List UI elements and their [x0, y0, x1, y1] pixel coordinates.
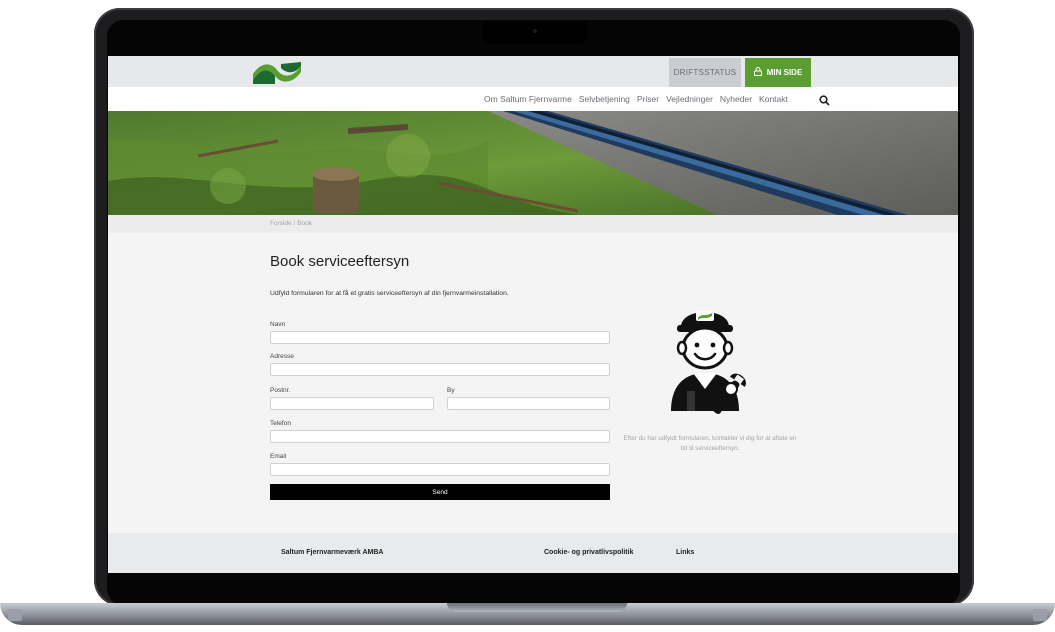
breadcrumb-home-link[interactable]: Forside	[270, 220, 292, 227]
main-navigation: Om Saltum Fjernvarme Selvbetjening Prise…	[108, 87, 958, 111]
nav-item-nyheder[interactable]: Nyheder	[720, 94, 752, 104]
saltum-logo-icon[interactable]	[251, 60, 303, 85]
nav-item-om-saltum[interactable]: Om Saltum Fjernvarme	[484, 94, 572, 104]
aside-info-text: Efter du har udfyldt formularen, kontakt…	[623, 435, 797, 452]
hero-image	[108, 111, 958, 215]
name-field[interactable]	[270, 331, 610, 344]
zip-field[interactable]	[270, 397, 434, 410]
send-button[interactable]: Send	[270, 484, 610, 500]
camera-icon	[533, 29, 537, 33]
send-button-label: Send	[432, 488, 448, 496]
phone-label: Telefon	[270, 420, 291, 427]
address-label: Adresse	[270, 353, 294, 360]
footer-company: Saltum Fjernvarmeværk AMBA	[281, 549, 384, 556]
breadcrumb-current: Book	[297, 220, 312, 227]
city-label: By	[447, 387, 455, 394]
footer: Saltum Fjernvarmeværk AMBA Cookie- og pr…	[108, 533, 958, 573]
laptop-foot-right	[1033, 609, 1047, 621]
search-icon[interactable]	[819, 93, 830, 106]
address-field[interactable]	[270, 363, 610, 376]
nav-item-kontakt[interactable]: Kontakt	[759, 94, 788, 104]
top-bar: DRIFTSSTATUS MIN SIDE	[108, 56, 958, 87]
driftsstatus-button[interactable]: DRIFTSSTATUS	[669, 58, 741, 87]
min-side-label: MIN SIDE	[766, 68, 803, 77]
phone-field[interactable]	[270, 430, 610, 443]
breadcrumb-separator: /	[293, 220, 296, 227]
city-field[interactable]	[447, 397, 610, 410]
email-field[interactable]	[270, 463, 610, 476]
nav-item-selvbetjening[interactable]: Selvbetjening	[579, 94, 630, 104]
footer-links-heading: Links	[676, 549, 695, 556]
page-title: Book serviceeftersyn	[270, 253, 410, 270]
camera-notch	[483, 22, 587, 44]
driftsstatus-label: DRIFTSSTATUS	[673, 68, 737, 77]
service-technician-icon	[657, 293, 753, 423]
footer-cookie-heading[interactable]: Cookie- og privatlivspolitik	[544, 549, 633, 556]
nav-item-priser[interactable]: Priser	[637, 94, 659, 104]
breadcrumb: Forside / Book	[108, 215, 958, 233]
nav-item-vejledninger[interactable]: Vejledninger	[666, 94, 713, 104]
page-intro: Udfyld formularen for at få et gratis se…	[270, 290, 509, 297]
zip-label: Postnr.	[270, 387, 291, 394]
min-side-button[interactable]: MIN SIDE	[745, 58, 811, 87]
email-label: Email	[270, 453, 287, 460]
laptop-base-notch	[447, 603, 627, 612]
website-screen: DRIFTSSTATUS MIN SIDE Om Saltum Fjernvar…	[108, 56, 958, 573]
name-label: Navn	[270, 321, 286, 328]
laptop-foot-left	[8, 609, 22, 621]
lock-icon	[753, 67, 762, 78]
